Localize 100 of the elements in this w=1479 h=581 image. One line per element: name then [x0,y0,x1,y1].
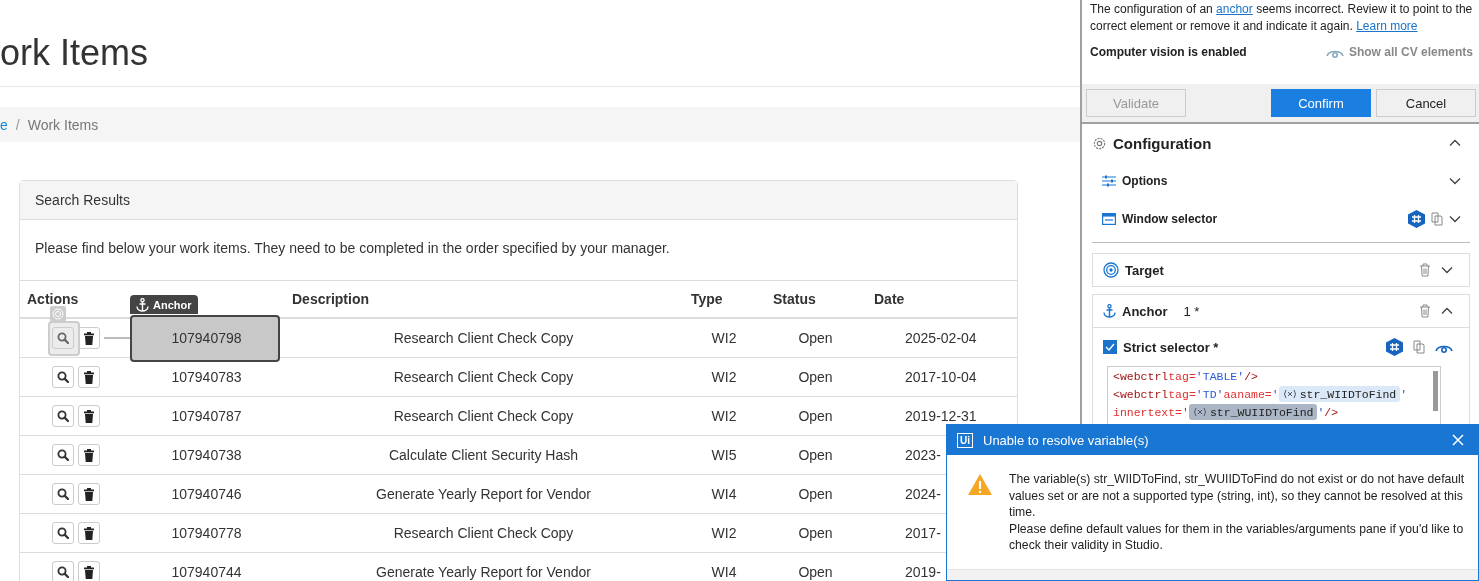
table-cell: 2017- [905,525,941,541]
table-cell: Open [798,408,833,424]
search-icon [57,371,69,383]
table-cell: Open [798,369,833,385]
table-cell: WI4 [711,564,737,580]
trash-icon [83,526,95,540]
breadcrumb-current: Work Items [27,116,99,133]
search-icon [57,527,69,539]
code-line: innertext=' str_WUIIDToFind '/> [1113,403,1340,421]
variable-chip[interactable]: str_WIIDToFind [1278,386,1401,402]
delete-button[interactable] [78,522,100,544]
delete-button[interactable] [78,483,100,505]
delete-button[interactable] [78,444,100,466]
table-cell: Open [798,525,833,541]
table-cell: 107940787 [171,408,242,424]
table-cell: Open [798,330,833,346]
table-cell: Calculate Client Security Hash [388,447,579,463]
dialog-title: Unable to resolve variable(s) [983,432,1149,448]
search-button[interactable] [52,483,74,505]
delete-button[interactable] [78,327,100,349]
table-cell: 107940798 [171,330,242,346]
search-icon [57,566,69,578]
app-logo: Ui [957,432,973,448]
table-cell: Research Client Check Copy [393,525,574,541]
variable-icon [1282,389,1297,399]
delete-button[interactable] [78,405,100,427]
table-cell: WI2 [711,408,737,424]
variable-chip[interactable]: str_WUIIDToFind [1188,404,1318,420]
search-button[interactable] [52,366,74,388]
intro-text: Please find below your work items. They need to be completed in the order specified by your manager. [34,239,671,258]
close-icon[interactable] [1452,434,1464,446]
show-cv-link[interactable]: Show all CV elements [1325,45,1473,59]
column-header: Status [773,291,816,307]
table-cell: Open [798,486,833,502]
search-button[interactable] [52,561,74,581]
strict-selector-label: Strict selector * [1123,339,1219,355]
breadcrumb-separator: / [15,116,20,133]
table-cell: Research Client Check Copy [393,330,574,346]
options-icon [1102,175,1116,187]
table-cell: WI4 [711,486,737,502]
table-cell: 2017-10-04 [905,369,977,385]
table-cell: 107940738 [171,447,242,463]
warning-message: The configuration of an anchor seems incorrect. Review it to point to the correct element or remove it and indicate it again. Learn more [1089,1,1474,35]
table-cell: 107940744 [171,564,242,580]
text-link[interactable]: Learn more [1356,18,1418,33]
scrollbar[interactable] [1433,371,1438,411]
card-header: Search Results [20,181,1017,220]
table-cell: WI2 [711,369,737,385]
search-button[interactable] [52,522,74,544]
search-button[interactable] [52,444,74,466]
selector-hex-icon[interactable] [1386,338,1403,356]
target-marker-icon [50,306,66,322]
breadcrumb-link[interactable]: e [0,116,8,133]
search-icon [57,488,69,500]
trash-icon[interactable] [1419,263,1431,277]
text-link[interactable]: anchor [1216,2,1253,16]
gear-icon [1092,135,1107,151]
chevron-up-icon[interactable] [1441,307,1453,315]
table-cell: 2023- [905,447,941,463]
chevron-down-icon[interactable] [1441,266,1453,274]
dialog-message: The variable(s) str_WIIDToFind, str_WUIIDToFind do not exist or do not have default values set or are not a supported type (string, int), so they cannot be resolved at this time. [1009,471,1466,521]
search-button[interactable] [52,405,74,427]
search-icon [57,410,69,422]
warning-icon [967,473,993,496]
trash-icon [83,487,95,501]
table-cell: Generate Yearly Report for Vendor [376,564,591,580]
delete-button[interactable] [78,561,100,581]
table-cell: Research Client Check Copy [393,369,574,385]
cv-status: Computer vision is enabled [1090,45,1247,59]
table-cell: 2024- [905,486,941,502]
target-label: Target [1125,262,1164,278]
anchor-label: Anchor [153,297,192,313]
anchor-icon [136,297,149,312]
selector-hex-icon[interactable] [1408,210,1425,228]
table-cell: 107940746 [171,486,242,502]
dialog-button[interactable]: Cancel [1376,89,1476,117]
page-title: ork Items [0,0,1080,87]
delete-button[interactable] [78,366,100,388]
table-cell: Open [798,564,833,580]
chevron-up-icon[interactable] [1449,139,1461,147]
dialog-button[interactable]: Confirm [1271,89,1371,117]
window-icon [1102,213,1116,225]
table-cell: 107940783 [171,369,242,385]
chevron-down-icon[interactable] [1449,215,1461,223]
code-line: <webctrltag='TABLE'/> [1113,368,1259,385]
trash-icon[interactable] [1419,304,1431,318]
column-header: Description [292,291,369,307]
anchor-icon [1103,304,1116,318]
chevron-down-icon[interactable] [1449,177,1461,185]
trash-icon [83,331,95,345]
checkbox[interactable] [1103,340,1117,354]
variable-icon [1192,407,1207,417]
trash-icon [83,409,95,423]
dialog-message: Please define default values for them in the variables/arguments pane if you'd like to check their validity in Studio. [1009,520,1465,554]
table-cell: 107940778 [171,525,242,541]
section-label: Options [1122,174,1168,188]
target-icon [1103,262,1119,278]
search-icon [57,449,69,461]
trash-icon [83,448,95,462]
search-icon [57,332,69,344]
